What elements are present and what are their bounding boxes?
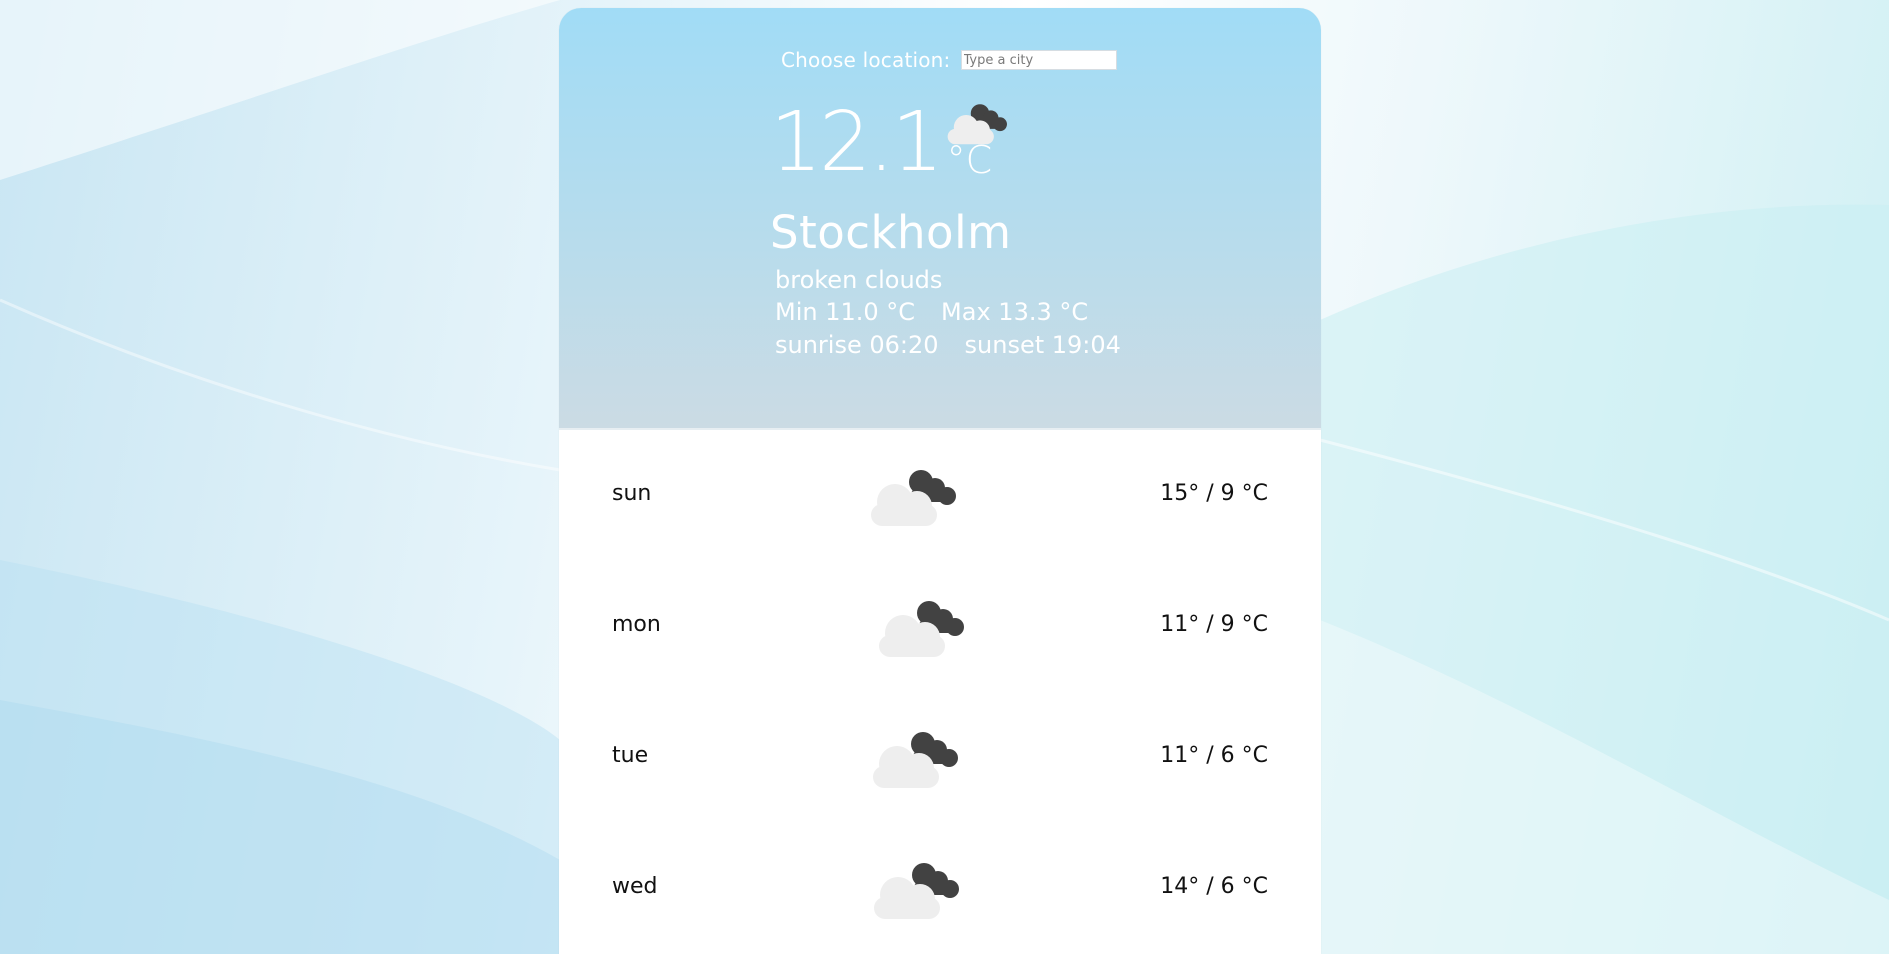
sunset-time: sunset 19:04 xyxy=(964,331,1121,359)
temperature-value: 12.1 xyxy=(770,95,944,190)
forecast-row: mon 11° / 9 °C xyxy=(559,561,1321,692)
max-temperature: Max 13.3 °C xyxy=(941,298,1089,326)
forecast-temperatures: 11° / 6 °C xyxy=(1160,743,1268,768)
broken-clouds-icon xyxy=(871,470,956,526)
forecast-day: mon xyxy=(612,612,661,637)
weather-card: Choose location: 12.1 °C Stockholm broke… xyxy=(559,8,1321,954)
location-label: Choose location: xyxy=(781,48,951,72)
sunrise-time: sunrise 06:20 xyxy=(775,331,939,359)
forecast-list: sun 15° / 9 °C mon 11° / 9 °C tue 11° / … xyxy=(559,430,1321,954)
broken-clouds-icon xyxy=(873,732,958,788)
page-background: Choose location: 12.1 °C Stockholm broke… xyxy=(0,0,1889,954)
forecast-row: sun 15° / 9 °C xyxy=(559,430,1321,561)
location-row: Choose location: xyxy=(781,48,1117,72)
sun-times-row: sunrise 06:20 sunset 19:04 xyxy=(775,331,1121,359)
broken-clouds-icon xyxy=(874,863,959,919)
broken-clouds-icon xyxy=(947,104,1007,145)
forecast-day: sun xyxy=(612,481,652,506)
min-temperature: Min 11.0 °C xyxy=(775,298,916,326)
city-search-input[interactable] xyxy=(960,50,1117,70)
forecast-temperatures: 15° / 9 °C xyxy=(1160,481,1268,506)
min-max-row: Min 11.0 °C Max 13.3 °C xyxy=(775,298,1088,326)
forecast-day: tue xyxy=(612,743,649,768)
forecast-day: wed xyxy=(612,874,658,899)
forecast-temperatures: 11° / 9 °C xyxy=(1160,612,1268,637)
weather-description: broken clouds xyxy=(775,266,943,294)
forecast-row: tue 11° / 6 °C xyxy=(559,692,1321,823)
broken-clouds-icon xyxy=(879,601,964,657)
current-weather-panel: Choose location: 12.1 °C Stockholm broke… xyxy=(559,8,1321,430)
forecast-temperatures: 14° / 6 °C xyxy=(1160,874,1268,899)
forecast-row: wed 14° / 6 °C xyxy=(559,823,1321,954)
city-name: Stockholm xyxy=(770,206,1012,259)
